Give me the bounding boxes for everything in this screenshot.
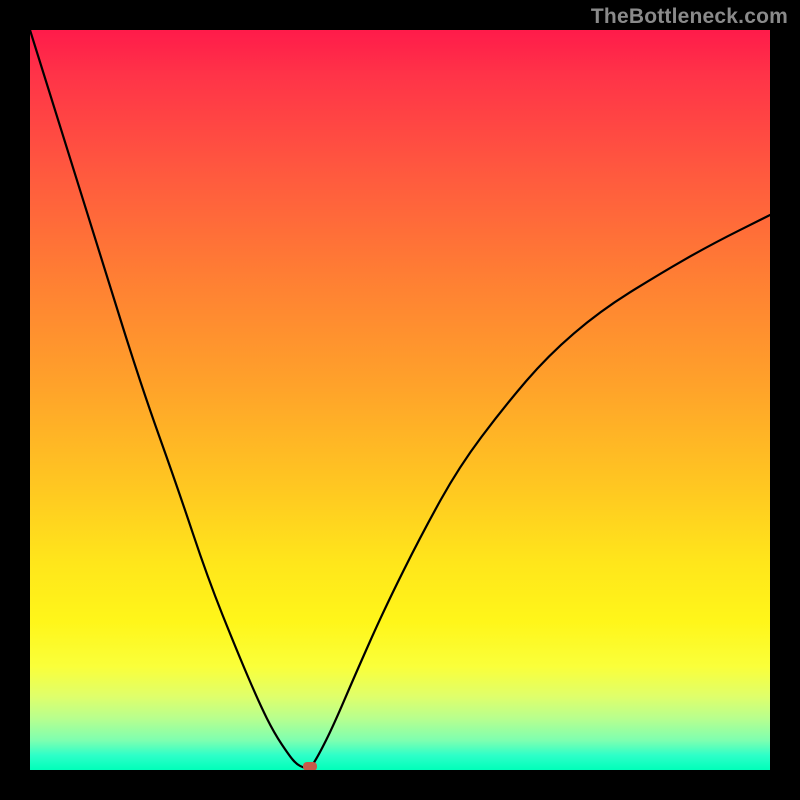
curve-svg (30, 30, 770, 770)
min-marker (303, 762, 317, 770)
chart-frame: TheBottleneck.com (0, 0, 800, 800)
plot-area (30, 30, 770, 770)
watermark-text: TheBottleneck.com (591, 5, 788, 29)
bottleneck-curve (30, 30, 770, 769)
